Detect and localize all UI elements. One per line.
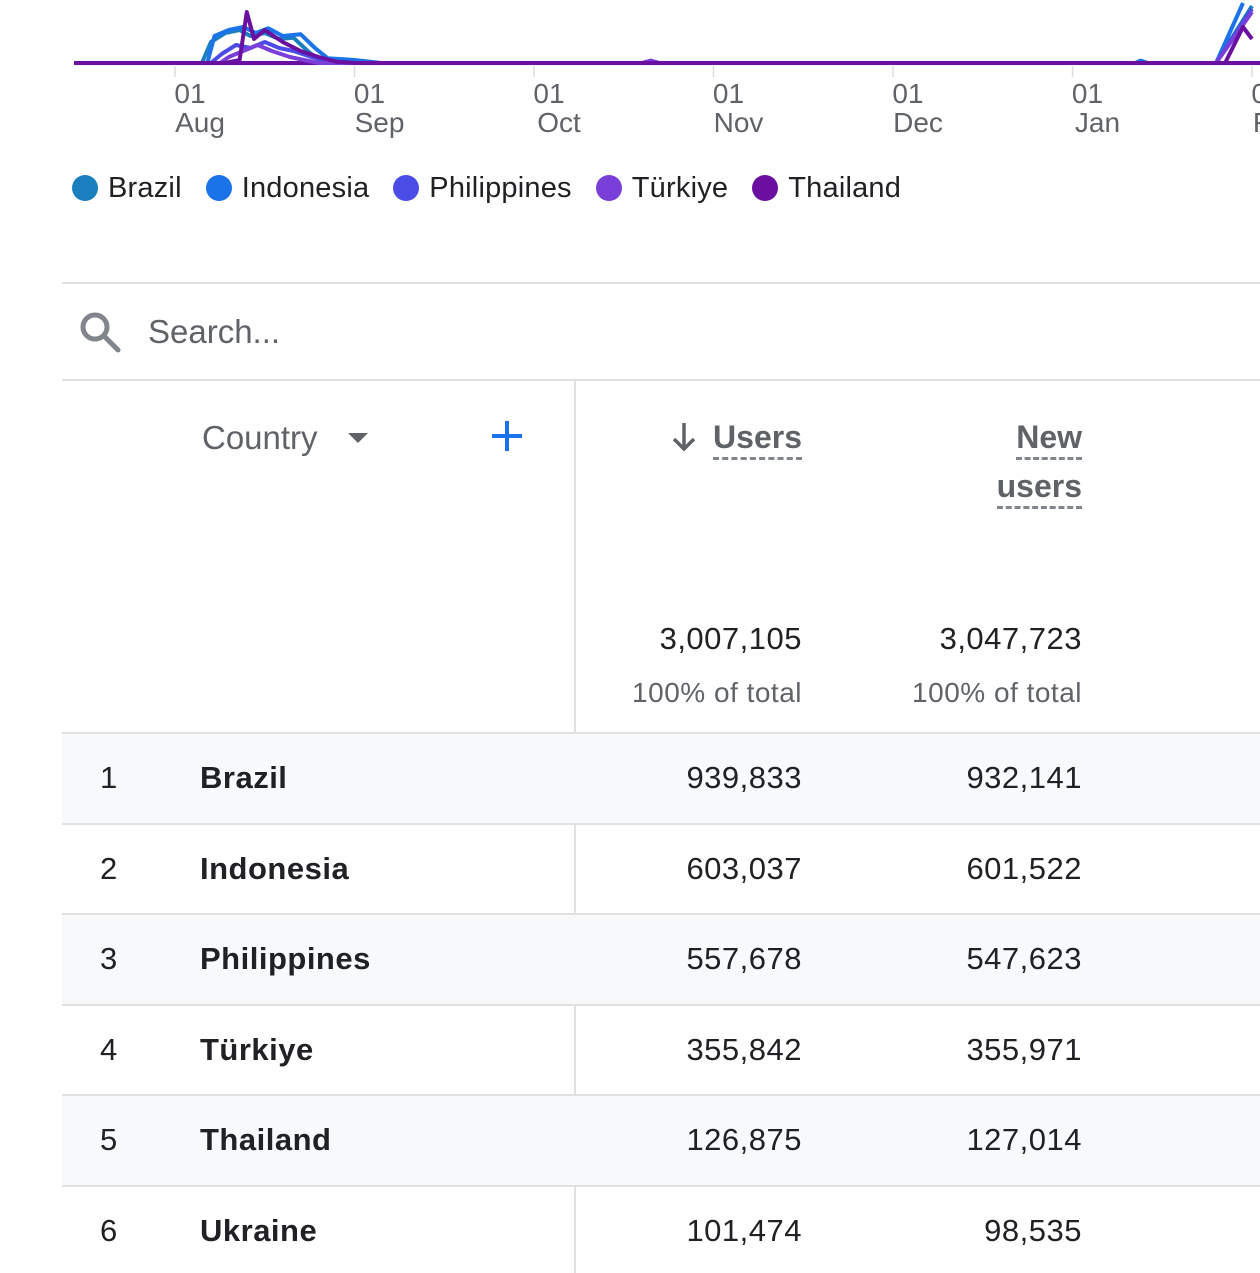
legend-label: Indonesia <box>241 171 370 204</box>
row-country: Ukraine <box>200 1212 318 1248</box>
row-users: 939,833 <box>686 760 802 795</box>
line-chart: 01Aug01Sep01Oct01Nov01Dec01Jan01Feb <box>0 0 1260 150</box>
row-users: 355,842 <box>686 1031 802 1067</box>
row-new-users: 547,623 <box>966 941 1082 976</box>
total-users: 3,007,105 <box>659 621 802 656</box>
metric-label-users: Users <box>713 417 802 460</box>
legend-item[interactable]: Türkiye <box>595 171 729 205</box>
x-tick-label-month: Nov <box>714 107 764 138</box>
row-new-users: 355,971 <box>966 1031 1082 1067</box>
legend-dot-icon <box>205 175 232 201</box>
table-row[interactable]: 3 Philippines 557,678 547,623 <box>62 915 1260 1006</box>
legend-item[interactable]: Brazil <box>72 172 182 205</box>
data-table: Country Users New users 3,007,105 100% o… <box>62 381 1260 1273</box>
row-rank: 2 <box>100 850 118 886</box>
dimension-label: Country <box>202 419 318 456</box>
row-rank: 4 <box>100 1031 118 1067</box>
row-new-users: 127,014 <box>966 1122 1082 1157</box>
row-country: Indonesia <box>200 850 350 886</box>
row-country: Brazil <box>200 760 288 795</box>
legend-label: Thailand <box>788 171 902 204</box>
row-rank: 1 <box>100 760 118 795</box>
series-line-trkiye <box>175 10 1254 65</box>
row-new-users: 601,522 <box>966 850 1082 886</box>
row-rank: 6 <box>100 1212 118 1248</box>
table-row[interactable]: 2 Indonesia 603,037 601,522 <box>62 825 1260 915</box>
x-tick-label-month: Jan <box>1075 107 1120 138</box>
x-tick-label-day: 01 <box>174 78 205 109</box>
table-row[interactable]: 1 Brazil 939,833 932,141 <box>62 734 1260 825</box>
metric-header-users[interactable]: Users <box>671 417 802 460</box>
add-icon[interactable] <box>490 419 524 453</box>
x-tick-label-day: 01 <box>1251 78 1260 109</box>
table-row[interactable]: 4 Türkiye 355,842 355,971 <box>62 1006 1260 1096</box>
row-users: 101,474 <box>686 1212 802 1248</box>
row-users: 126,875 <box>686 1122 802 1157</box>
row-country: Philippines <box>200 941 371 976</box>
legend-label: Türkiye <box>631 171 729 204</box>
x-tick-label-month: Feb <box>1253 107 1260 138</box>
metric-header-new-users[interactable]: New users <box>996 417 1082 515</box>
x-tick-label-day: 01 <box>354 78 385 109</box>
x-tick-label-month: Sep <box>355 107 405 138</box>
total-new-users: 3,047,723 <box>939 621 1082 656</box>
row-users: 603,037 <box>686 850 802 886</box>
legend-item[interactable]: Indonesia <box>205 171 370 205</box>
legend-item[interactable]: Philippines <box>393 171 572 205</box>
x-tick-label-day: 01 <box>713 78 744 109</box>
x-tick-label-day: 01 <box>1072 78 1103 109</box>
total-users-percent: 100% of total <box>632 677 802 708</box>
metric-label-new-users-line2: users <box>996 466 1082 509</box>
metric-label-new-users-line1: New <box>1016 417 1082 460</box>
row-country: Türkiye <box>200 1031 314 1067</box>
chart-legend: Brazil Indonesia Philippines Türkiye Thailan… <box>72 168 925 208</box>
table-header: Country Users New users 3,007,105 100% o… <box>62 381 1260 734</box>
x-tick-label-day: 01 <box>533 78 564 109</box>
row-rank: 3 <box>100 941 118 976</box>
series-line-brazil <box>175 4 1254 65</box>
row-users: 557,678 <box>686 941 802 976</box>
legend-item[interactable]: Thailand <box>752 172 901 205</box>
legend-label: Philippines <box>429 171 572 204</box>
arrow-drop-down-icon[interactable] <box>347 433 368 443</box>
x-tick-label-month: Aug <box>175 107 225 138</box>
search-bar <box>62 282 1260 381</box>
legend-dot-icon <box>393 175 420 201</box>
series-line-philippines <box>175 7 1254 65</box>
legend-dot-icon <box>595 175 622 201</box>
row-new-users: 98,535 <box>984 1212 1082 1248</box>
legend-dot-icon <box>72 175 98 201</box>
table-row[interactable]: 5 Thailand 126,875 127,014 <box>62 1096 1260 1187</box>
row-rank: 5 <box>100 1122 118 1157</box>
series-line-indonesia <box>175 2 1245 65</box>
total-new-users-percent: 100% of total <box>912 677 1082 708</box>
table-row[interactable]: 6 Ukraine 101,474 98,535 <box>62 1187 1260 1273</box>
row-new-users: 932,141 <box>966 760 1082 795</box>
series-line-thailand <box>175 10 1254 65</box>
arrow-downward-icon <box>672 423 696 452</box>
x-tick-label-day: 01 <box>892 78 923 109</box>
row-country: Thailand <box>200 1122 332 1157</box>
x-tick-label-month: Oct <box>537 107 581 138</box>
search-input[interactable] <box>148 302 1148 362</box>
dimension-header[interactable]: Country <box>202 419 368 457</box>
legend-label: Brazil <box>108 171 182 204</box>
legend-dot-icon <box>752 175 779 201</box>
search-icon <box>80 312 121 353</box>
chart-svg: 01Aug01Sep01Oct01Nov01Dec01Jan01Feb <box>74 2 1260 138</box>
x-tick-label-month: Dec <box>893 107 943 138</box>
